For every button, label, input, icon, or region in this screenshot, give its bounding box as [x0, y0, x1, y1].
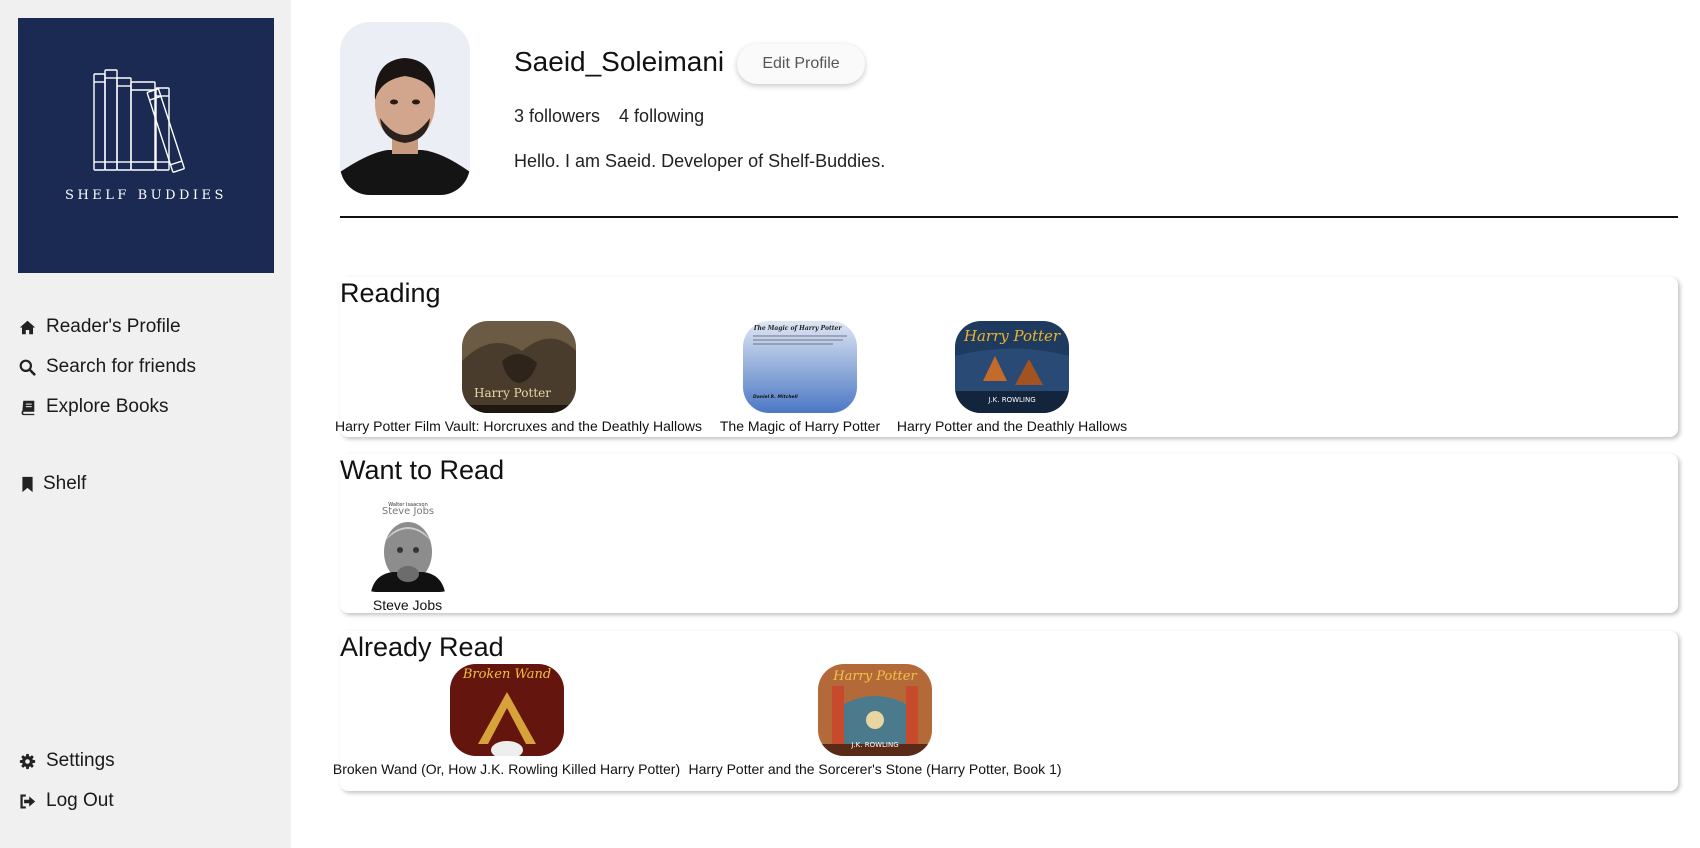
sidebar-item-search-friends[interactable]: Search for friends	[18, 356, 196, 378]
cover-author: J.K. ROWLING	[850, 741, 898, 749]
shelf-title: Want to Read	[340, 455, 505, 485]
bookmark-icon	[18, 475, 36, 493]
cover-text: Steve Jobs	[381, 506, 433, 517]
book-title: Harry Potter and the Sorcerer's Stone (H…	[688, 761, 1062, 777]
book-title: Harry Potter and the Deathly Hallows	[896, 418, 1128, 434]
logo[interactable]: SHELF BUDDIES	[18, 18, 274, 273]
book-card[interactable]: Harry Potter J.K. ROWLING Harry Potter a…	[688, 664, 1062, 777]
avatar	[340, 22, 470, 195]
book-title: Broken Wand (Or, How J.K. Rowling Killed…	[332, 761, 681, 777]
sidebar-item-label: Search for friends	[46, 356, 196, 377]
book-card[interactable]: The Magic of Harry Potter Daniel R. Mitc…	[719, 321, 881, 434]
sidebar-item-settings[interactable]: Settings	[18, 750, 115, 772]
book-cover: Harry Potter J.K. ROWLING	[818, 664, 932, 756]
gear-icon	[18, 752, 36, 770]
book-title: Steve Jobs	[372, 597, 443, 613]
sidebar-item-logout[interactable]: Log Out	[18, 790, 114, 812]
book-cover: Harry Potter J.K. ROWLING	[955, 321, 1069, 413]
shelf-already-read: Already Read Broken Wand Broken Wand (Or…	[333, 631, 1678, 791]
shelf-title: Reading	[340, 278, 441, 308]
book-cover: Broken Wand	[449, 664, 564, 756]
divider	[340, 216, 1678, 218]
book-cover: The Magic of Harry Potter Daniel R. Mitc…	[743, 321, 857, 413]
cover-text: Harry Potter	[963, 327, 1061, 345]
book-card[interactable]: Broken Wand Broken Wand (Or, How J.K. Ro…	[333, 664, 680, 777]
book-cover: Harry Potter	[461, 321, 576, 413]
profile-username: Saeid_Soleimani	[514, 46, 725, 77]
book-title: Harry Potter Film Vault: Horcruxes and t…	[335, 418, 702, 434]
book-icon	[18, 398, 36, 416]
book-card[interactable]: Harry Potter J.K. ROWLING Harry Potter a…	[896, 321, 1128, 434]
sidebar-item-readers-profile[interactable]: Reader's Profile	[18, 316, 181, 338]
sidebar-item-label: Shelf	[43, 473, 87, 494]
book-card[interactable]: Walter Isaacson Steve Jobs Steve Jobs	[340, 500, 475, 613]
cover-text: Harry Potter	[474, 386, 551, 400]
followers-count[interactable]: 3 followers	[514, 106, 600, 126]
cover-text: Broken Wand	[461, 667, 550, 682]
book-card[interactable]: Harry Potter Harry Potter Film Vault: Ho…	[335, 321, 702, 434]
cover-author: J.K. ROWLING	[987, 396, 1035, 404]
following-count[interactable]: 4 following	[619, 106, 704, 126]
book-title: The Magic of Harry Potter	[719, 418, 881, 434]
sidebar-item-label: Reader's Profile	[46, 316, 181, 337]
sidebar-item-shelf[interactable]: Shelf	[18, 473, 86, 495]
sidebar-item-label: Explore Books	[46, 396, 169, 417]
logout-icon	[18, 792, 36, 810]
profile-bio: Hello. I am Saeid. Developer of Shelf-Bu…	[514, 151, 886, 171]
sidebar: SHELF BUDDIES Reader's Profile Search fo…	[0, 0, 291, 848]
sidebar-item-explore-books[interactable]: Explore Books	[18, 396, 169, 418]
shelf-want-to-read: Want to Read Walter Isaacson Steve Jobs …	[340, 454, 1678, 613]
cover-author: Daniel R. Mitchell	[753, 394, 798, 400]
logo-text: SHELF BUDDIES	[65, 188, 227, 203]
home-icon	[18, 318, 36, 336]
cover-text: Harry Potter	[832, 669, 917, 684]
profile-stats: 3 followers 4 following	[514, 106, 723, 127]
shelf-reading: Reading Harry Potter Harry Potter Film V…	[335, 277, 1678, 437]
cover-text: The Magic of Harry Potter	[753, 325, 842, 332]
sidebar-item-label: Log Out	[46, 790, 114, 811]
search-icon	[18, 358, 36, 376]
books-logo-icon	[93, 69, 185, 173]
edit-profile-button[interactable]: Edit Profile	[737, 44, 865, 84]
sidebar-item-label: Settings	[46, 750, 115, 771]
shelf-title: Already Read	[340, 632, 504, 662]
book-cover: Walter Isaacson Steve Jobs	[350, 500, 465, 592]
